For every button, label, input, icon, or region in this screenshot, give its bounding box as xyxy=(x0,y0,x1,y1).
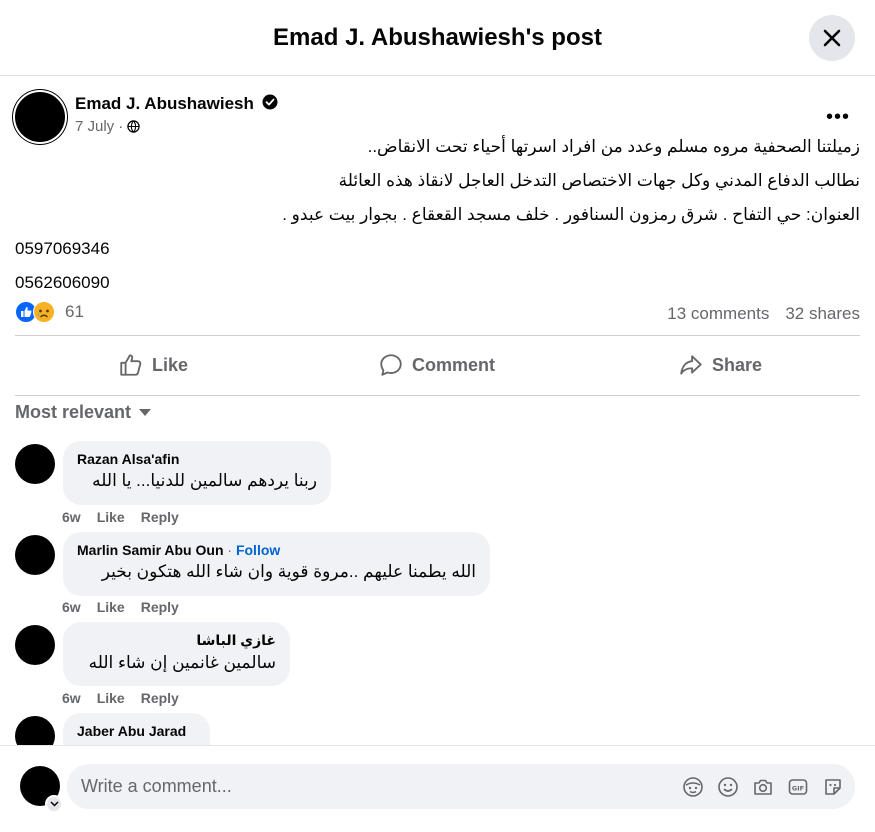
author-avatar[interactable] xyxy=(15,92,65,142)
post-stats: 13 comments 32 shares xyxy=(667,304,860,324)
commenter-name[interactable]: Marlin Samir Abu Oun xyxy=(77,542,224,558)
verified-badge-icon xyxy=(262,94,278,115)
comment-bubble: غازي الباشا سالمين غانمين إن شاء الله xyxy=(63,622,290,686)
comment-button[interactable]: Comment xyxy=(378,347,495,383)
comment-input-container: GIF xyxy=(67,764,855,809)
comment-text: الله يطمنا عليهم ..مروة قوية وان شاء الل… xyxy=(101,562,476,581)
thumbs-up-icon xyxy=(120,354,142,376)
post-phone-2: 0562606090 xyxy=(15,273,110,292)
close-button[interactable] xyxy=(809,15,855,61)
comment-bubble: Jaber Abu Jarad xyxy=(63,713,210,745)
svg-text:GIF: GIF xyxy=(792,784,804,792)
share-arrow-icon xyxy=(680,355,702,375)
commenter-avatar[interactable] xyxy=(15,444,55,484)
camera-icon[interactable] xyxy=(751,775,775,799)
sticker-icon[interactable] xyxy=(821,775,845,799)
comment-reply-button[interactable]: Reply xyxy=(141,509,179,525)
comment-reply-button[interactable]: Reply xyxy=(141,599,179,615)
comment-composer: GIF xyxy=(0,745,875,832)
divider-top xyxy=(15,335,860,336)
comment-like-button[interactable]: Like xyxy=(97,509,125,525)
sort-label: Most relevant xyxy=(15,402,132,422)
commenter-name-row: Marlin Samir Abu Oun · Follow xyxy=(77,542,476,558)
commenter-avatar[interactable] xyxy=(15,535,55,575)
share-label: Share xyxy=(712,354,763,375)
gif-icon[interactable]: GIF xyxy=(786,775,810,799)
close-icon xyxy=(823,29,841,47)
reactions-summary[interactable]: 61 xyxy=(15,301,84,323)
globe-icon xyxy=(127,120,140,133)
post-scroll-area[interactable]: Emad J. Abushawiesh 7 July · ••• زميلتنا… xyxy=(0,77,875,745)
post-author-row: Emad J. Abushawiesh 7 July · ••• xyxy=(15,92,860,142)
comment-input[interactable] xyxy=(81,764,641,809)
post-phone-1: 0597069346 xyxy=(15,239,110,258)
comment-reply-button[interactable]: Reply xyxy=(141,690,179,706)
sad-reaction-icon xyxy=(33,301,55,323)
post-meta: 7 July · xyxy=(75,118,140,135)
post-date[interactable]: 7 July xyxy=(75,118,114,135)
comment-actions: 6w Like Reply xyxy=(62,690,179,706)
comment-text: سالمين غانمين إن شاء الله xyxy=(88,653,276,672)
commenter-avatar[interactable] xyxy=(15,716,55,745)
emoji-icon[interactable] xyxy=(716,775,740,799)
comment-bubble: Razan Alsa'afin ربنا يردهم سالمين للدنيا… xyxy=(63,441,331,505)
dialog-title: Emad J. Abushawiesh's post xyxy=(273,23,602,51)
post-text-line-1: زميلتنا الصحفية مروه مسلم وعدد من افراد … xyxy=(367,137,860,156)
commenter-name[interactable]: Razan Alsa'afin xyxy=(77,451,317,467)
more-options-icon[interactable]: ••• xyxy=(826,106,850,129)
author-name[interactable]: Emad J. Abushawiesh xyxy=(75,94,254,114)
comment-label: Comment xyxy=(412,354,496,375)
like-button[interactable]: Like xyxy=(118,347,188,383)
comment-actions: 6w Like Reply xyxy=(62,509,179,525)
share-button[interactable]: Share xyxy=(678,347,762,383)
comment-bubble: Marlin Samir Abu Oun · Follow الله يطمنا… xyxy=(63,532,490,596)
dialog-header: Emad J. Abushawiesh's post xyxy=(0,0,875,76)
comment-actions: 6w Like Reply xyxy=(62,599,179,615)
comment-time[interactable]: 6w xyxy=(62,599,81,615)
divider-bottom xyxy=(15,395,860,396)
follow-button[interactable]: Follow xyxy=(236,542,280,558)
like-label: Like xyxy=(152,354,189,375)
comment-sort-dropdown[interactable]: Most relevant xyxy=(15,402,152,423)
reaction-count: 61 xyxy=(65,302,84,321)
post-text-line-2: نطالب الدفاع المدني وكل جهات الاختصاص ال… xyxy=(338,171,860,190)
commenter-name[interactable]: غازي الباشا xyxy=(77,632,276,649)
post-text-line-3: العنوان: حي التفاح . شرق رمزون السنافور … xyxy=(282,205,860,224)
comment-like-button[interactable]: Like xyxy=(97,690,125,706)
chevron-down-icon[interactable] xyxy=(45,795,63,813)
caret-down-icon xyxy=(139,408,152,416)
comment-like-button[interactable]: Like xyxy=(97,599,125,615)
comment-bubble-icon xyxy=(380,354,402,376)
follow-separator: · xyxy=(227,542,233,558)
commenter-avatar[interactable] xyxy=(15,625,55,665)
commenter-name[interactable]: Jaber Abu Jarad xyxy=(77,723,196,739)
avatar-sticker-icon[interactable] xyxy=(681,775,705,799)
comments-count[interactable]: 13 comments xyxy=(667,304,769,324)
meta-separator: · xyxy=(118,118,124,135)
comment-time[interactable]: 6w xyxy=(62,509,81,525)
shares-count[interactable]: 32 shares xyxy=(785,304,860,324)
comment-text: ربنا يردهم سالمين للدنيا... يا الله xyxy=(92,471,317,490)
comment-time[interactable]: 6w xyxy=(62,690,81,706)
